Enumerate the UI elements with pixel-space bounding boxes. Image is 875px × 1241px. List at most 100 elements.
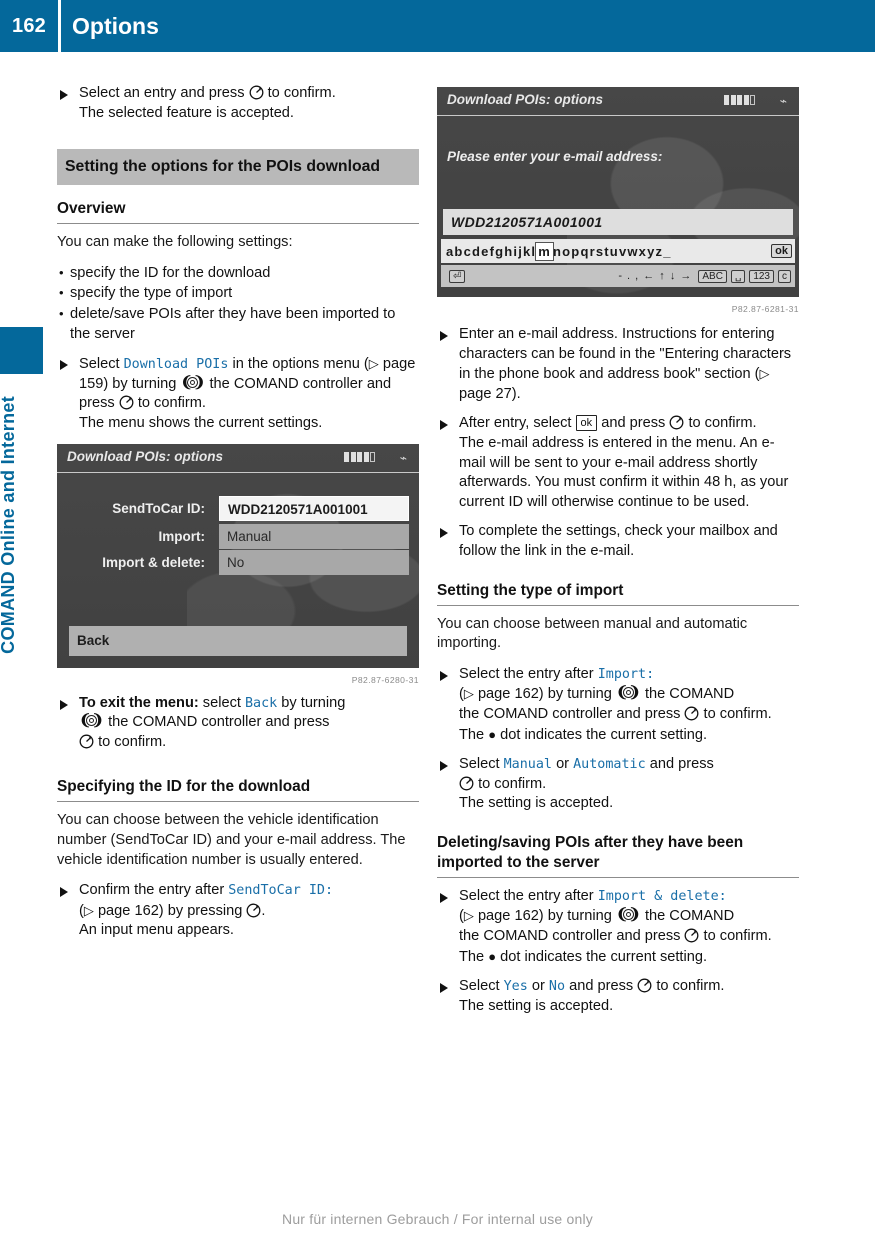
keyboard-clear-key[interactable]: c — [778, 269, 791, 283]
step-confirm-entry: Confirm the entry after SendToCar ID: (▷… — [57, 881, 419, 941]
step-select-import: Select the entry after Import: (▷ page 1… — [437, 665, 799, 745]
option-manual: Manual — [503, 757, 552, 773]
keyboard-abc-key[interactable]: ABC — [698, 269, 727, 283]
step-text: to confirm. — [478, 775, 547, 792]
press-controller-icon — [119, 395, 134, 410]
menu-row-import[interactable]: Import: Manual — [69, 523, 409, 549]
keyboard-123-key[interactable]: 123 — [749, 269, 774, 283]
delete-heading: Deleting/saving POIs after they have bee… — [437, 833, 799, 878]
comand-controller-icon: ❨ ❩ — [180, 373, 206, 391]
screen-title: Download POIs: options — [447, 92, 603, 107]
prompt-text: Please enter your e-mail address: — [447, 149, 663, 164]
row-value: Manual — [219, 523, 409, 549]
step-text: the COMAND controller and press — [108, 714, 330, 731]
step-select-manual-automatic: Select Manual or Automatic and press to … — [437, 755, 799, 814]
page-title: Options — [72, 12, 159, 39]
step-result-post: dot indicates the current setting. — [500, 726, 708, 743]
step-text-after: to confirm. — [267, 85, 336, 101]
step-text: Select — [79, 356, 120, 373]
step-result: The e-mail address is entered in the men… — [459, 434, 789, 510]
row-label: SendToCar ID: — [112, 500, 205, 516]
footer-note: Nur für internen Gebrauch / For internal… — [282, 1211, 593, 1227]
step-text: and press — [569, 978, 634, 995]
step-text: select — [202, 694, 241, 711]
comand-controller-icon: ❨ ❩ — [615, 684, 641, 702]
comand-word: the COMAND — [644, 908, 735, 925]
step-text: to confirm. — [656, 978, 725, 995]
step-select-download-pois: Select Download POIs in the options menu… — [57, 354, 419, 433]
page-ref-text: page 162) by turning — [477, 686, 612, 703]
comand-screen: Download POIs: options ⌁ Please enter yo… — [437, 87, 799, 297]
press-controller-icon — [79, 734, 94, 749]
row-label: Import & delete: — [102, 554, 205, 570]
menu-item-sendtocar-id: SendToCar ID: — [228, 883, 334, 899]
keyboard-arrows-icon[interactable]: ← ↑ ↓ → — [643, 270, 692, 282]
back-button[interactable]: Back — [69, 625, 407, 656]
step-text: in the options menu — [232, 356, 360, 373]
network-icon: ⌁ — [399, 450, 407, 465]
list-item: specify the type of import — [57, 283, 419, 304]
screenshot-email-entry: Download POIs: options ⌁ Please enter yo… — [437, 87, 799, 314]
id-body: You can choose between the vehicle ident… — [57, 812, 406, 868]
comand-screen: Download POIs: options ⌁ SendToCar ID: W… — [57, 443, 419, 668]
menu-item-download-pois: Download POIs — [123, 357, 229, 373]
onscreen-keyboard-letters[interactable]: abcdefghijkl m nopqrstuvwxyz_ ok — [441, 239, 795, 263]
keyboard-letters-a-l: abcdefghijkl — [446, 243, 537, 259]
network-icon: ⌁ — [779, 94, 787, 108]
row-value: WDD2120571A001001 — [219, 495, 409, 521]
step-lead-bold: To exit the menu: — [79, 694, 199, 711]
keyboard-back-key[interactable]: ⏎ — [449, 269, 466, 283]
step-result: The selected feature is accepted. — [79, 104, 294, 121]
section-heading: Setting the options for the POIs downloa… — [57, 149, 419, 186]
page-ref-icon: ▷ — [368, 356, 379, 372]
keyboard-space-key[interactable]: ␣ — [730, 269, 746, 283]
onscreen-keyboard-functions[interactable]: ⏎ - . , ← ↑ ↓ → ABC ␣ 123 c — [441, 265, 795, 287]
import-body: You can choose between manual and automa… — [437, 615, 748, 652]
page-ref-icon: ▷ — [83, 902, 94, 918]
menu-row-sendtocar-id[interactable]: SendToCar ID: WDD2120571A001001 — [69, 495, 409, 521]
menu-row-import-delete[interactable]: Import & delete: No — [69, 549, 409, 575]
step-complete-settings: To complete the settings, check your mai… — [437, 522, 799, 561]
page-ref-text: page 162) by turning — [477, 908, 612, 925]
step-result: The menu shows the current settings. — [79, 414, 323, 431]
row-value: No — [219, 549, 409, 575]
step-text: by turning — [281, 694, 346, 711]
menu-item-back: Back — [244, 695, 278, 711]
step-text: Select an entry and press — [79, 85, 245, 101]
step-text: Enter an e-mail address. Instructions fo… — [459, 326, 792, 383]
step-text: Select — [459, 756, 500, 773]
chapter-tab-marker — [0, 327, 43, 374]
step-text: to confirm. — [703, 928, 772, 945]
import-heading: Setting the type of import — [437, 581, 799, 606]
step-result-pre: The — [459, 726, 485, 743]
step-text: After entry, select — [459, 415, 572, 432]
step-result-post: dot indicates the current setting. — [500, 948, 708, 965]
step-text: Confirm the entry after — [79, 882, 225, 899]
step-text: to confirm. — [703, 705, 772, 722]
screen-titlebar: Download POIs: options ⌁ — [437, 87, 799, 116]
figure-caption: P82.87-6281-31 — [731, 304, 799, 314]
step-text: . — [261, 902, 266, 919]
menu-item-import: Import: — [597, 666, 655, 682]
step-text: the COMAND controller and press — [459, 705, 681, 722]
press-controller-icon — [246, 903, 261, 918]
id-heading: Specifying the ID for the download — [57, 777, 419, 803]
keyboard-key-m-highlighted[interactable]: m — [535, 241, 555, 261]
step-result-pre: The — [459, 948, 485, 965]
step-text: or — [531, 978, 545, 995]
email-input-field[interactable]: WDD2120571A001001 — [443, 209, 793, 235]
screenshot-download-pois-options: Download POIs: options ⌁ SendToCar ID: W… — [57, 443, 419, 685]
list-item: specify the ID for the download — [57, 263, 419, 284]
figure-caption: P82.87-6280-31 — [351, 674, 419, 685]
step-result: An input menu appears. — [79, 922, 234, 939]
bullet-dot-icon: ● — [488, 948, 497, 964]
page-ref-text: page 27). — [459, 385, 521, 402]
option-yes: Yes — [503, 979, 528, 995]
keyboard-ok-key[interactable]: ok — [771, 244, 792, 258]
press-controller-icon — [684, 706, 699, 721]
keyboard-symbols: - . , — [618, 270, 640, 282]
screen-title: Download POIs: options — [67, 448, 223, 464]
page-ref-icon: ▷ — [759, 366, 770, 382]
press-controller-icon — [637, 978, 652, 993]
page-ref-icon: ▷ — [463, 908, 474, 924]
